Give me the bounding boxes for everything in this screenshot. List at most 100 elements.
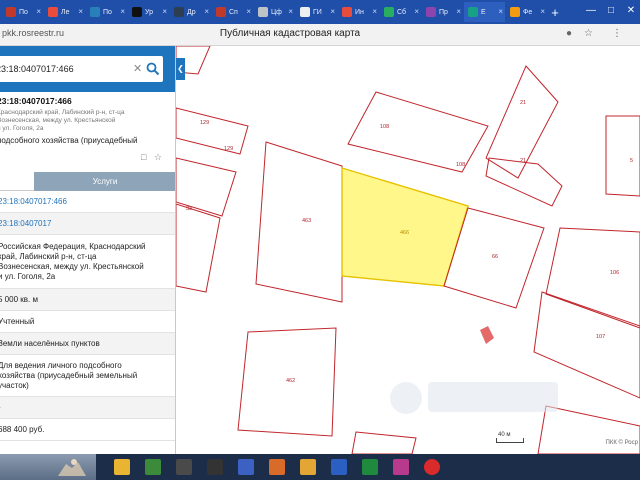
photo-icon[interactable] — [207, 459, 223, 475]
browser-tab[interactable]: ГИ × — [296, 2, 337, 22]
browser-icon[interactable] — [145, 459, 161, 475]
parcel-label: 463 — [302, 218, 311, 224]
close-tab-icon[interactable]: × — [162, 7, 167, 16]
parcel-label: 5 — [630, 158, 633, 164]
tab-label: По — [19, 8, 28, 16]
tab-favicon-icon — [426, 7, 436, 17]
attribute-row: - — [0, 397, 175, 419]
parcel-label: 21 — [520, 100, 526, 106]
screen: По × Ле × По × Ур × Др × Сп × Цф × ГИ × Ин × Сб × Пр × E × Фе × + … — [0, 0, 640, 480]
attribute-row[interactable]: 23:18:0407017:466 — [0, 191, 175, 213]
parcel-attributes: 23:18:0407017:466 23:18:0407017 Российская… — [0, 191, 175, 441]
map-canvas[interactable]: 129 129 108 108 21 21 5 33 463 466 66 106 107 462 — [176, 46, 640, 454]
tab-info[interactable] — [0, 172, 34, 191]
minimize-icon[interactable]: — — [584, 4, 598, 18]
map-attribution[interactable]: ПКК © Роср — [606, 440, 638, 446]
parcel-label: 462 — [286, 378, 295, 384]
browser-tab-strip: По × Ле × По × Ур × Др × Сп × Цф × ГИ × Ин × Сб × Пр × E × Фе × + — [0, 0, 640, 24]
excel-icon[interactable] — [362, 459, 378, 475]
attribute-value: - — [0, 403, 1, 413]
word-icon[interactable] — [331, 459, 347, 475]
save-icon[interactable] — [238, 459, 254, 475]
close-tab-icon[interactable]: × — [204, 7, 209, 16]
search-icon[interactable] — [146, 62, 160, 76]
file-manager-icon[interactable] — [114, 459, 130, 475]
tab-favicon-icon — [174, 7, 184, 17]
tab-favicon-icon — [342, 7, 352, 17]
parcel-usage: подсобного хозяйства (приусадебный — [0, 136, 138, 145]
close-tab-icon[interactable]: × — [120, 7, 125, 16]
share-icon[interactable]: □ — [141, 152, 146, 162]
maximize-icon[interactable]: □ — [604, 4, 618, 18]
close-tab-icon[interactable]: × — [330, 7, 335, 16]
browser-tab[interactable]: По × — [2, 2, 43, 22]
browser-tab[interactable]: Пр × — [422, 2, 463, 22]
close-tab-icon[interactable]: × — [36, 7, 41, 16]
favorite-icon[interactable]: ☆ — [154, 152, 162, 162]
close-tab-icon[interactable]: × — [540, 7, 545, 16]
tab-favicon-icon — [258, 7, 268, 17]
search-input[interactable] — [0, 56, 124, 82]
parcel-outline[interactable] — [176, 203, 221, 293]
tab-favicon-icon — [90, 7, 100, 17]
tab-label: По — [103, 8, 112, 16]
parcel-outline[interactable] — [545, 227, 640, 329]
attribute-value[interactable]: 23:18:0407017:466 — [0, 197, 67, 207]
browser-tab[interactable]: Сп × — [212, 2, 253, 22]
tab-label: Фе — [523, 8, 533, 16]
map-scale-bar — [496, 438, 524, 443]
attribute-value: Учтенный — [0, 316, 35, 326]
phone-icon[interactable] — [176, 459, 192, 475]
close-tab-icon[interactable]: × — [78, 7, 83, 16]
building-marker — [480, 326, 494, 344]
paint-icon[interactable] — [393, 459, 409, 475]
browser-tab[interactable]: Сб × — [380, 2, 421, 22]
parcel-label: 33 — [186, 206, 192, 212]
collapse-panel-button[interactable]: ❮ — [176, 58, 185, 80]
image-viewer-icon[interactable] — [269, 459, 285, 475]
close-tab-icon[interactable]: × — [498, 7, 503, 16]
close-tab-icon[interactable]: × — [246, 7, 251, 16]
location-icon[interactable]: ● — [566, 28, 572, 39]
taskbar — [0, 454, 640, 480]
close-tab-icon[interactable]: × — [288, 7, 293, 16]
browser-tab[interactable]: По × — [86, 2, 127, 22]
parcel-outline[interactable] — [176, 107, 249, 155]
yandex-icon[interactable] — [424, 459, 440, 475]
attribute-row[interactable]: 23:18:0407017 — [0, 213, 175, 235]
star-icon[interactable]: ☆ — [584, 28, 593, 39]
tab-label: Др — [187, 8, 196, 16]
browser-tab[interactable]: E × — [464, 2, 505, 22]
browser-tab[interactable]: Др × — [170, 2, 211, 22]
cadastral-map[interactable]: 129 129 108 108 21 21 5 33 463 466 66 106 107 462 40 … — [176, 46, 640, 454]
close-tab-icon[interactable]: × — [372, 7, 377, 16]
attribute-value[interactable]: 23:18:0407017 — [0, 219, 51, 229]
parcel-outline[interactable] — [255, 141, 343, 303]
tab-label: Ур — [145, 8, 154, 16]
browser-tab[interactable]: Ур × — [128, 2, 169, 22]
parcel-label: 129 — [224, 146, 233, 152]
browser-tab[interactable]: Цф × — [254, 2, 295, 22]
parcel-outline[interactable] — [605, 115, 640, 197]
close-tab-icon[interactable]: × — [456, 7, 461, 16]
browser-tab[interactable]: Фе × — [506, 2, 547, 22]
close-window-icon[interactable]: ✕ — [624, 4, 638, 18]
attribute-row: Земли населённых пунктов — [0, 333, 175, 355]
ruler-icon[interactable] — [300, 459, 316, 475]
clear-search-icon[interactable]: ✕ — [133, 62, 142, 75]
tab-services[interactable]: Услуги — [34, 172, 175, 191]
tab-favicon-icon — [48, 7, 58, 17]
parcel-outline[interactable] — [351, 431, 417, 454]
browser-tab[interactable]: Ин × — [338, 2, 379, 22]
attribute-row: Российская Федерация, Краснодарский край… — [0, 235, 175, 289]
browser-tab[interactable]: Ле × — [44, 2, 85, 22]
parcel-outline[interactable] — [347, 91, 489, 173]
parcel-address: Краснодарский край, Лабинский р-н, ст-ца… — [0, 109, 125, 132]
parcel-outline[interactable] — [537, 405, 640, 454]
attribute-row: Для ведения личного подсобного хозяйства… — [0, 355, 175, 397]
tab-label: Пр — [439, 8, 448, 16]
new-tab-icon[interactable]: + — [548, 5, 562, 20]
tab-favicon-icon — [468, 7, 478, 17]
menu-icon[interactable]: ⋮ — [612, 28, 622, 39]
close-tab-icon[interactable]: × — [414, 7, 419, 16]
